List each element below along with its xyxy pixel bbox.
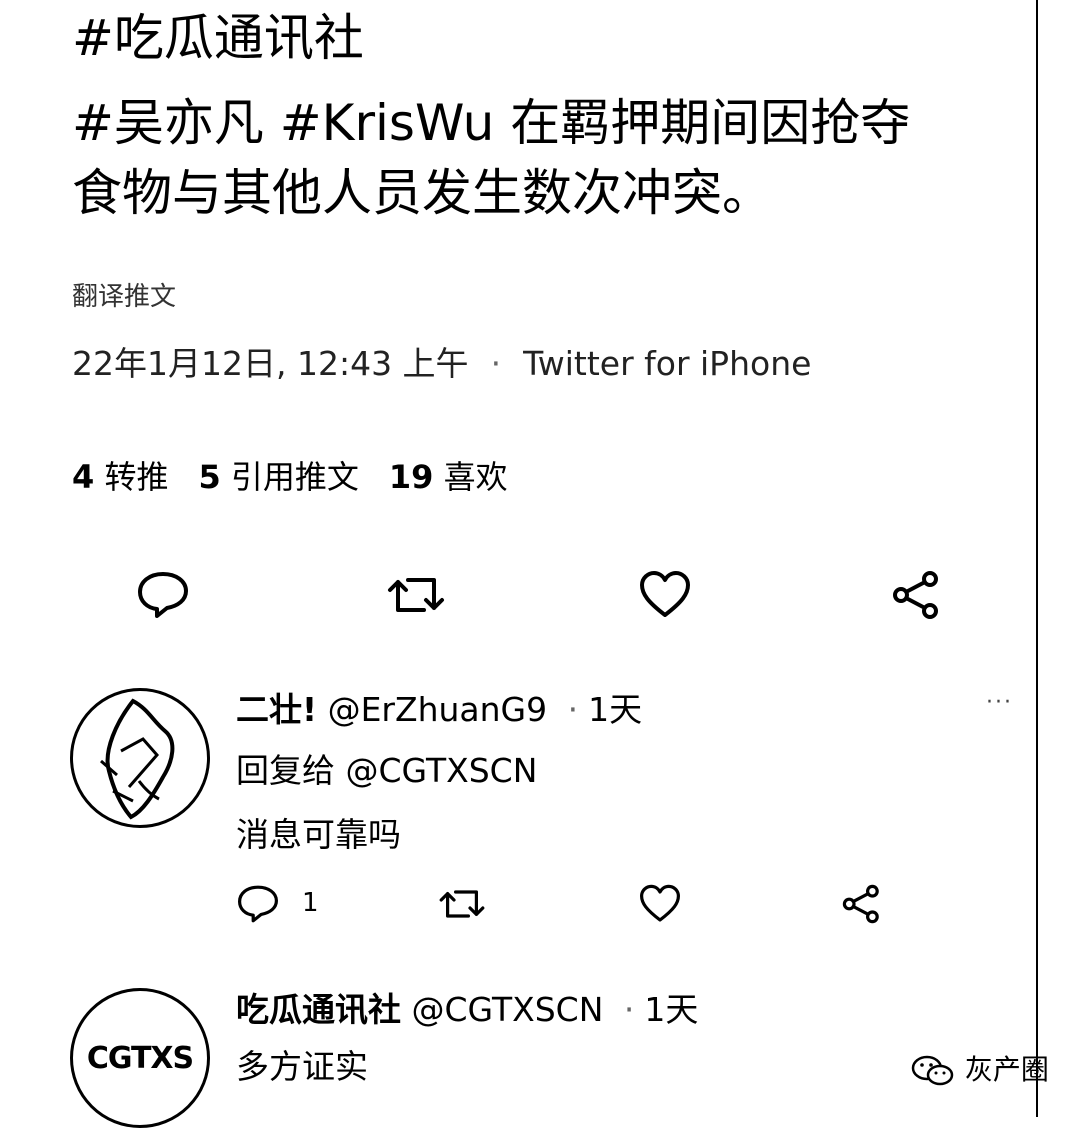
tweet-text-line1: #吴亦凡 #KrisWu 在羁押期间因抢夺 xyxy=(72,94,911,152)
reply-header: 吃瓜通讯社 @CGTXSCN · 1天 xyxy=(236,983,698,1031)
avatar-logo-text: CGTXS xyxy=(86,1041,194,1076)
separator-dot: · xyxy=(567,690,579,729)
likes-label: 喜欢 xyxy=(443,458,508,496)
reply-icon[interactable] xyxy=(136,570,190,620)
reply-text: 消息可靠吗 xyxy=(236,815,401,854)
separator-dot: · xyxy=(623,990,635,1029)
retweet-icon[interactable] xyxy=(386,570,446,620)
quotes-count: 5 xyxy=(198,458,221,496)
separator-dot: · xyxy=(490,344,502,383)
translate-link[interactable]: 翻译推文 xyxy=(72,276,176,313)
tweet-text-line2: 食物与其他人员发生数次冲突。 xyxy=(72,164,772,222)
share-icon[interactable] xyxy=(840,884,884,924)
right-border xyxy=(1036,0,1038,1117)
replying-to-label: 回复给 xyxy=(236,751,335,790)
reply-time[interactable]: 1天 xyxy=(644,990,698,1029)
quotes-label: 引用推文 xyxy=(230,458,359,496)
avatar-cgtxscn[interactable]: CGTXS xyxy=(70,988,210,1128)
tweet-hashtag[interactable]: #吃瓜通讯社 xyxy=(72,6,364,70)
reply-display-name[interactable]: 吃瓜通讯社 xyxy=(236,990,401,1029)
replying-to-handle[interactable]: @CGTXSCN xyxy=(346,751,538,790)
replying-to: 回复给 @CGTXSCN xyxy=(236,744,537,792)
avatar-erzhuang[interactable] xyxy=(70,688,210,828)
watermark: 灰产圈 xyxy=(910,1048,1049,1088)
like-icon[interactable] xyxy=(638,570,692,620)
reply-time[interactable]: 1天 xyxy=(588,690,642,729)
reply-handle[interactable]: @CGTXSCN xyxy=(412,990,604,1029)
more-options-icon[interactable]: ··· xyxy=(986,690,1013,715)
retweets-stat[interactable]: 4 转推 xyxy=(72,458,168,496)
quotes-stat[interactable]: 5 引用推文 xyxy=(198,458,358,496)
tweet-stats: 4 转推 5 引用推文 19 喜欢 xyxy=(72,452,508,498)
share-icon[interactable] xyxy=(890,570,944,620)
reply-text: 多方证实 xyxy=(236,1047,368,1086)
retweets-count: 4 xyxy=(72,458,95,496)
tweet-text: #吴亦凡 #KrisWu 在羁押期间因抢夺 食物与其他人员发生数次冲突。 xyxy=(72,88,1022,228)
tweet-date[interactable]: 22年1月12日, 12:43 上午 xyxy=(72,344,469,383)
likes-stat[interactable]: 19 喜欢 xyxy=(389,458,508,496)
like-icon[interactable] xyxy=(638,884,682,924)
watermark-text: 灰产圈 xyxy=(964,1053,1049,1086)
tweet-source[interactable]: Twitter for iPhone xyxy=(523,344,811,383)
retweets-label: 转推 xyxy=(104,458,169,496)
reply-count: 1 xyxy=(302,888,319,918)
retweet-icon[interactable] xyxy=(438,884,486,924)
reply-display-name[interactable]: 二壮! xyxy=(236,690,317,729)
reply-icon[interactable] xyxy=(236,884,280,924)
reply-handle[interactable]: @ErZhuanG9 xyxy=(328,690,548,729)
tweet-meta: 22年1月12日, 12:43 上午 · Twitter for iPhone xyxy=(72,337,811,385)
likes-count: 19 xyxy=(388,458,434,496)
reply-header: 二壮! @ErZhuanG9 · 1天 xyxy=(236,683,642,731)
wechat-icon xyxy=(911,1055,954,1086)
